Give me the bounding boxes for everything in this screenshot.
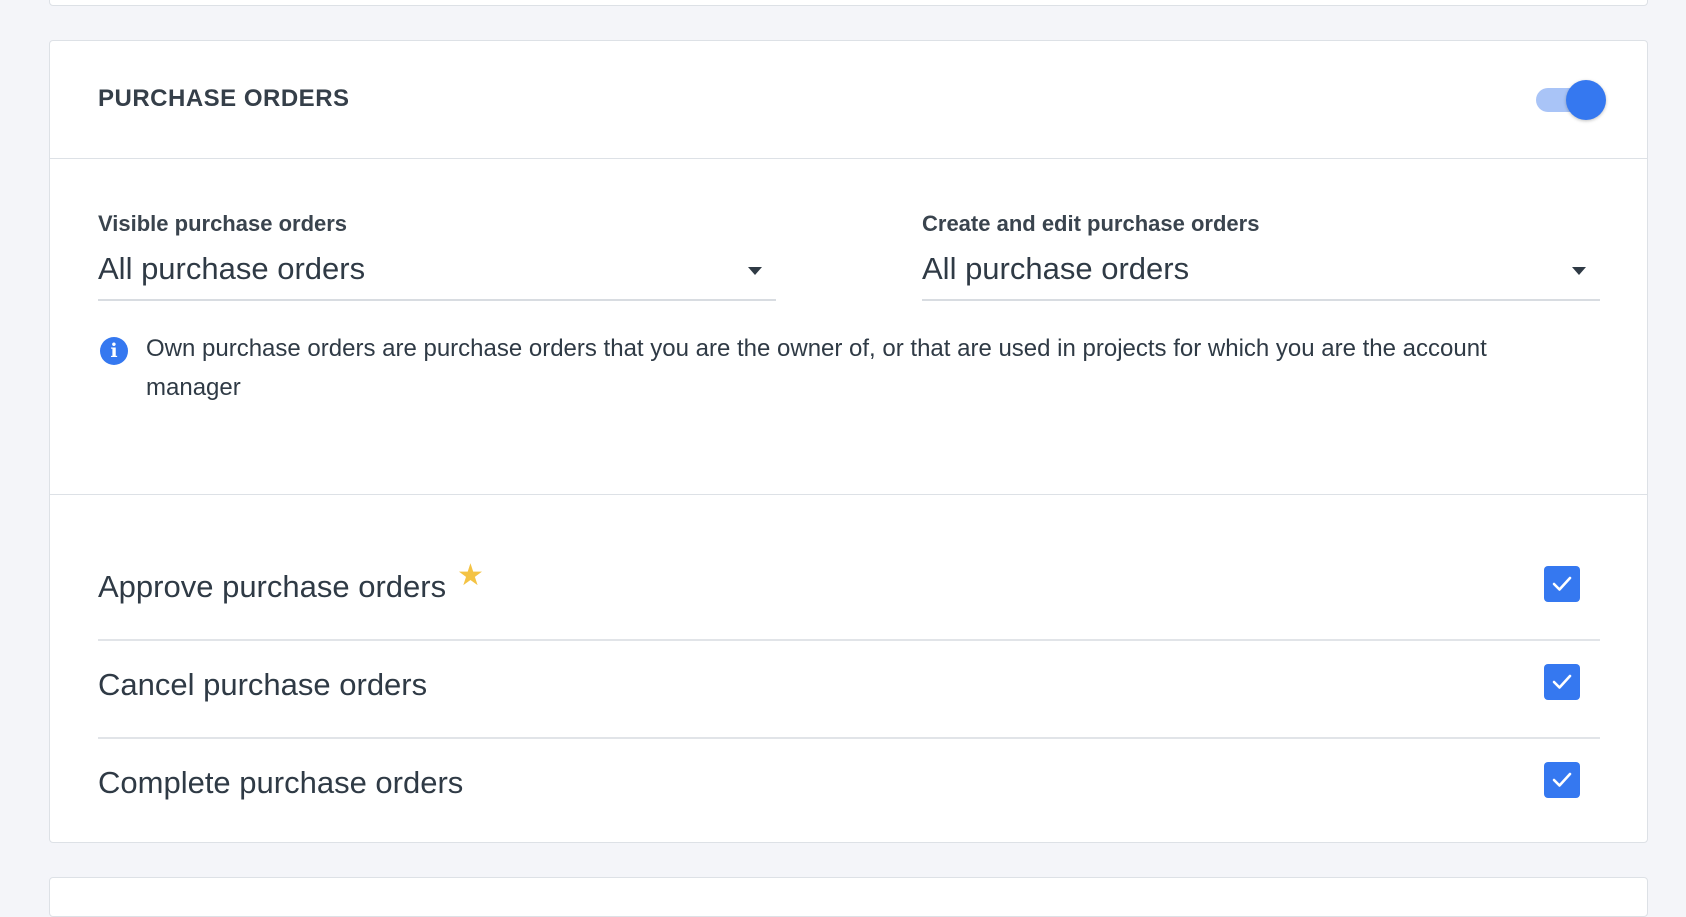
select-value: All purchase orders <box>98 251 366 286</box>
section-title: PURCHASE ORDERS <box>98 85 350 112</box>
permissions-list: Approve purchase orders ★ Cancel purchas… <box>50 495 1647 843</box>
next-section-card <box>49 877 1648 917</box>
info-icon: i <box>100 337 128 365</box>
visible-purchase-orders-select[interactable]: All purchase orders <box>98 247 776 301</box>
select-value: All purchase orders <box>922 251 1190 286</box>
cancel-purchase-orders-checkbox[interactable] <box>1544 664 1580 700</box>
check-icon <box>1552 772 1572 787</box>
permission-label: Approve purchase orders <box>98 569 447 604</box>
check-icon <box>1552 674 1572 689</box>
caret-down-icon <box>1572 267 1586 275</box>
section-enable-toggle[interactable] <box>1534 79 1610 121</box>
caret-down-icon <box>748 267 762 275</box>
create-edit-purchase-orders-select[interactable]: All purchase orders <box>922 247 1600 301</box>
visible-purchase-orders-field: Visible purchase orders All purchase ord… <box>98 209 776 301</box>
create-edit-purchase-orders-field: Create and edit purchase orders All purc… <box>922 209 1600 301</box>
permission-row-cancel: Cancel purchase orders <box>98 641 1600 739</box>
toggle-knob <box>1566 80 1606 120</box>
star-icon: ★ <box>457 559 484 592</box>
permission-label: Complete purchase orders <box>98 765 464 800</box>
permission-row-approve: Approve purchase orders ★ <box>98 543 1600 641</box>
visibility-settings: Visible purchase orders All purchase ord… <box>50 159 1647 495</box>
previous-section-card <box>49 0 1648 6</box>
complete-purchase-orders-checkbox[interactable] <box>1544 762 1580 798</box>
permission-row-complete: Complete purchase orders <box>98 739 1600 837</box>
check-icon <box>1552 576 1572 591</box>
create-edit-purchase-orders-label: Create and edit purchase orders <box>922 211 1260 236</box>
visible-purchase-orders-label: Visible purchase orders <box>98 211 348 236</box>
purchase-orders-card: PURCHASE ORDERS Visible purchase orders … <box>49 40 1648 843</box>
section-header: PURCHASE ORDERS <box>50 41 1647 159</box>
info-text: Own purchase orders are purchase orders … <box>146 335 1487 401</box>
approve-purchase-orders-checkbox[interactable] <box>1544 566 1580 602</box>
permission-label: Cancel purchase orders <box>98 667 428 702</box>
